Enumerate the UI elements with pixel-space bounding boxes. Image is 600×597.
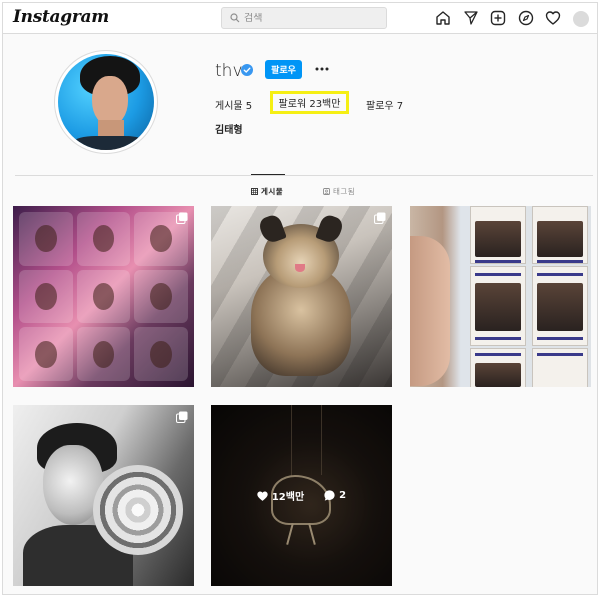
heart-filled-icon: [257, 491, 268, 501]
post-thumbnail-1[interactable]: [13, 206, 194, 387]
hand: [410, 236, 450, 386]
post-hover-overlay: 12백만 2: [211, 405, 392, 586]
post-thumbnail-5[interactable]: 12백만 2: [211, 405, 392, 586]
tab-tagged-label: 태그됨: [333, 187, 356, 196]
photo-booth-collage: [19, 212, 188, 381]
comment-filled-icon: [324, 490, 335, 501]
tag-icon: [323, 188, 330, 195]
post-thumbnail-4[interactable]: [13, 405, 194, 586]
tab-posts-label: 게시물: [261, 187, 284, 196]
paper-plane-icon[interactable]: [462, 9, 480, 27]
post-thumbnail-3[interactable]: [410, 206, 591, 387]
likes-label: 12백만: [271, 492, 305, 503]
home-icon[interactable]: [434, 9, 452, 27]
following-count[interactable]: 팔로우 7: [366, 97, 403, 112]
followers-label: 팔로워 23백만: [278, 99, 341, 110]
post-thumbnail-2[interactable]: [211, 206, 392, 387]
more-options-icon[interactable]: [313, 61, 331, 77]
instagram-window: Instagram 검색 thv 팔로우 게시물 5 팔로워 23백만 팔로우 …: [2, 2, 598, 595]
comments-count: 2: [324, 490, 346, 501]
multiple-photos-icon: [176, 411, 188, 423]
tab-posts[interactable]: 게시물: [251, 186, 283, 197]
followers-count[interactable]: 팔로워 23백만: [270, 91, 349, 114]
search-input[interactable]: [244, 12, 374, 24]
search-box[interactable]: [221, 7, 387, 29]
search-icon: [230, 13, 240, 23]
profile-full-name: 김태형: [215, 125, 243, 136]
active-tab-indicator: [251, 174, 285, 175]
profile-picture[interactable]: [54, 50, 158, 154]
instagram-logo[interactable]: Instagram: [13, 7, 109, 27]
multiple-photos-icon: [176, 212, 188, 224]
comments-label: 2: [339, 490, 347, 501]
avatar: [572, 10, 589, 27]
nav-icons: [434, 9, 597, 27]
grid-icon: [251, 188, 258, 195]
top-navigation-bar: Instagram: [3, 3, 597, 34]
flower-bouquet: [93, 465, 183, 555]
follow-button[interactable]: 팔로우: [265, 60, 302, 79]
tab-tagged[interactable]: 태그됨: [323, 186, 355, 197]
profile-username: thv: [215, 61, 243, 81]
posts-count: 게시물 5: [215, 101, 253, 112]
likes-count: 12백만: [257, 488, 304, 503]
new-post-icon[interactable]: [489, 9, 507, 27]
heart-icon[interactable]: [544, 9, 562, 27]
explore-compass-icon[interactable]: [517, 9, 535, 27]
verified-badge-icon: [241, 64, 253, 76]
multiple-photos-icon: [374, 212, 386, 224]
profile-photo: [58, 54, 154, 150]
profile-avatar-icon[interactable]: [572, 9, 590, 27]
tabs-divider: [15, 175, 593, 176]
